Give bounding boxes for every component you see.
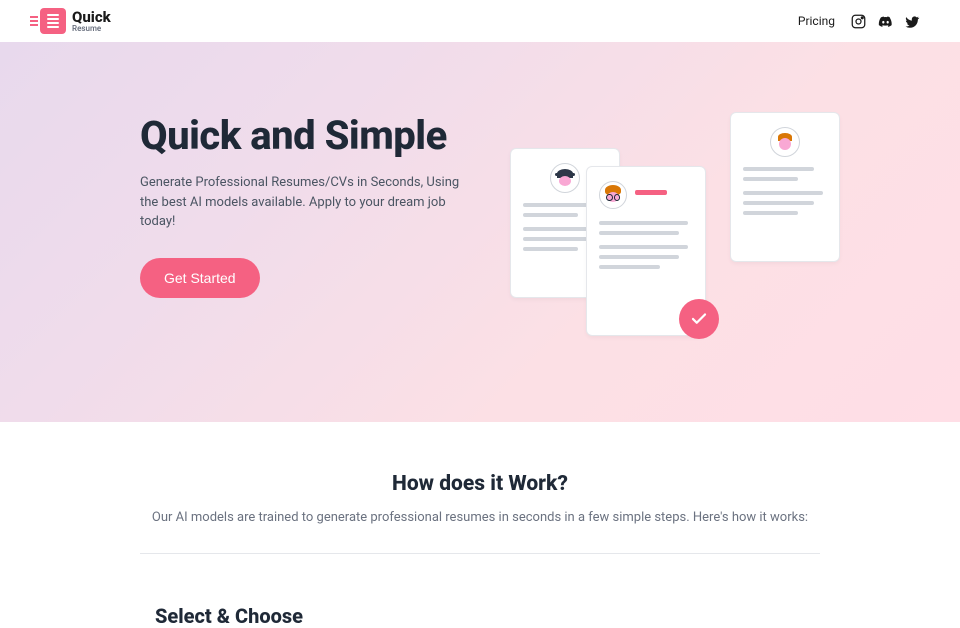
how-it-works-section: How does it Work? Our AI models are trai…	[0, 422, 960, 574]
avatar-icon	[770, 127, 800, 157]
brand-title: Quick	[72, 10, 111, 25]
divider	[140, 553, 820, 554]
instagram-icon[interactable]	[851, 14, 866, 29]
brand-subtitle: Resume	[72, 25, 111, 33]
hero-section: Quick and Simple Generate Professional R…	[0, 42, 960, 422]
checkmark-icon	[679, 299, 719, 339]
hero-illustration	[520, 112, 840, 342]
resume-card-right	[730, 112, 840, 262]
brand-logo-icon	[40, 8, 66, 34]
avatar-icon	[599, 181, 627, 209]
twitter-icon[interactable]	[905, 14, 920, 29]
step-title: Select & Choose	[0, 574, 960, 628]
hero-title: Quick and Simple	[140, 112, 460, 159]
hero-content: Quick and Simple Generate Professional R…	[140, 112, 460, 298]
resume-card-front	[586, 166, 706, 336]
brand-logo-text: Quick Resume	[72, 10, 111, 33]
get-started-button[interactable]: Get Started	[140, 258, 260, 298]
pricing-link[interactable]: Pricing	[798, 14, 835, 28]
discord-icon[interactable]	[878, 14, 893, 29]
site-header: Quick Resume Pricing	[0, 0, 960, 42]
brand-logo[interactable]: Quick Resume	[40, 8, 111, 34]
avatar-icon	[550, 163, 580, 193]
hero-description: Generate Professional Resumes/CVs in Sec…	[140, 173, 460, 232]
social-icons	[851, 14, 920, 29]
header-nav: Pricing	[798, 14, 920, 29]
how-it-works-description: Our AI models are trained to generate pr…	[80, 510, 880, 525]
how-it-works-title: How does it Work?	[80, 472, 880, 496]
